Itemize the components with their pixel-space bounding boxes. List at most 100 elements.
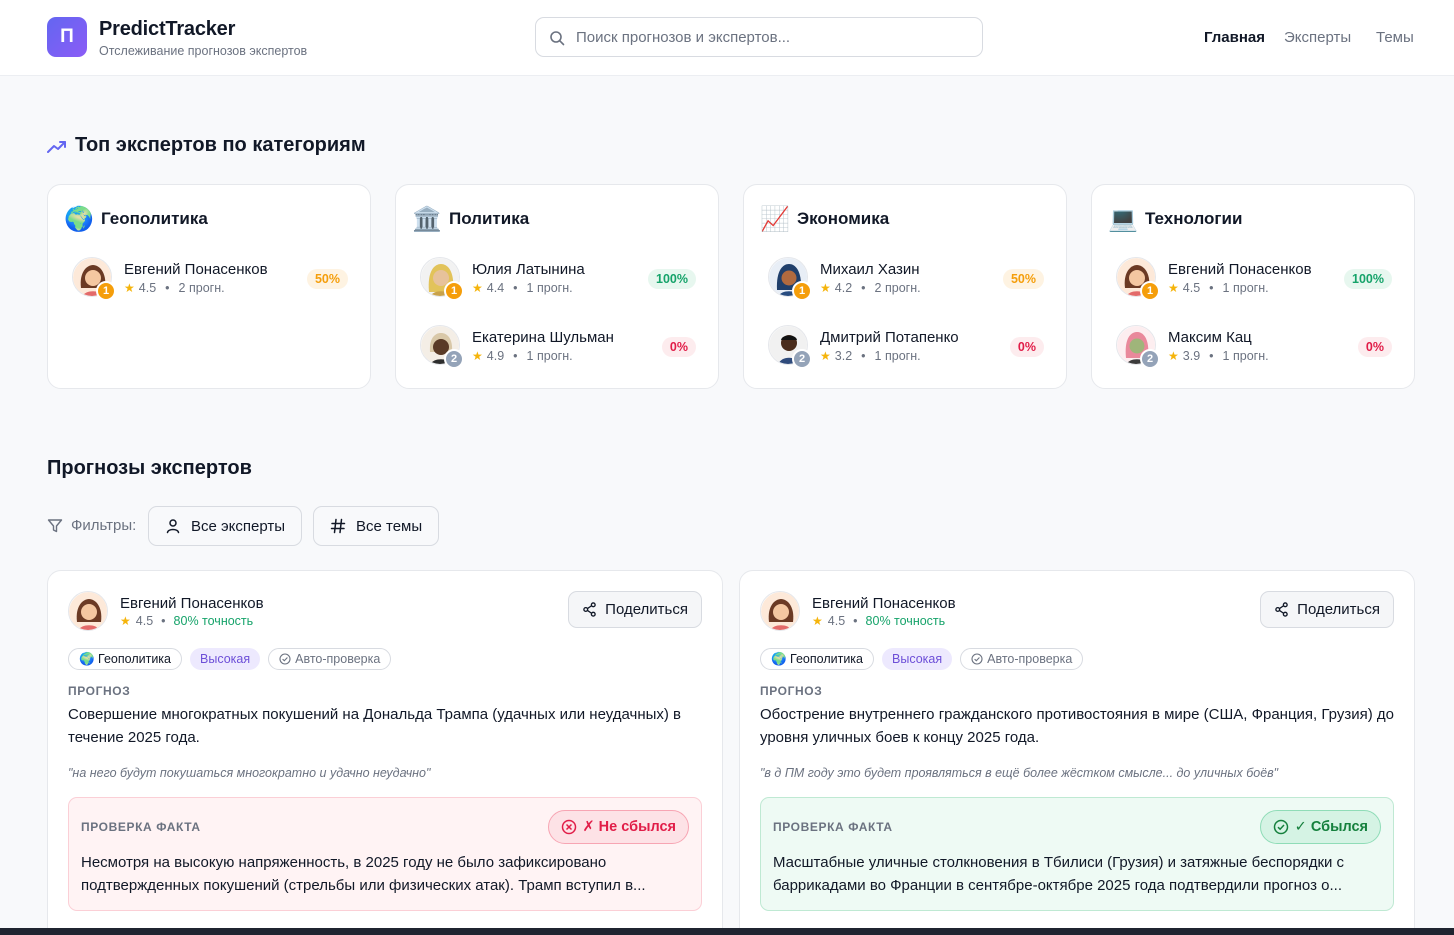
x-circle-icon [561,819,576,835]
rank-badge: 2 [1140,349,1160,369]
taskbar [0,928,1454,935]
rank-badge: 2 [792,349,812,369]
expert-row[interactable]: 2 Екатерина Шульман ★ 4.9 • 1 прогн. 0% [420,325,696,369]
user-icon [166,519,180,534]
rank-badge: 1 [792,281,812,301]
hash-icon [330,518,346,534]
accuracy-badge: 100% [648,269,696,289]
prediction-text: Обострение внутреннего гражданского прот… [760,706,1394,746]
dot-separator: • [161,614,166,628]
accuracy-badge: 100% [1344,269,1392,289]
category-name: Технологии [1145,209,1243,228]
prediction-quote: "в д ПМ году это будет проявляться в ещё… [760,766,1279,780]
filters-label: Фильтры: [47,517,136,534]
rank-badge: 1 [96,281,116,301]
logo-icon[interactable]: П [47,17,87,57]
accuracy-badge: 0% [1357,337,1392,357]
expert-name[interactable]: Евгений Понасенков [120,595,264,612]
check-circle-icon [1273,819,1288,835]
nav-experts[interactable]: Эксперты [1284,29,1351,46]
expert-name[interactable]: Максим Кац [1168,329,1252,346]
expert-meta: ★ 4.5 • 80% точность [812,614,945,628]
topic-tag[interactable]: 🌍 Геополитика [760,648,874,670]
expert-meta: ★ 4.5 • 80% точность [120,614,253,628]
share-button[interactable]: Поделиться [1260,591,1394,628]
brand-name[interactable]: PredictTracker [99,18,235,41]
expert-meta: ★ 4.5 • 2 прогн. [124,281,225,295]
fact-check-label: ПРОВЕРКА ФАКТА [773,820,893,834]
expert-row[interactable]: 1 Евгений Понасенков ★ 4.5 • 1 прогн. 10… [1116,257,1392,301]
filter-topics-label: Все темы [356,517,423,535]
nav-home[interactable]: Главная [1204,29,1265,46]
top-experts-title: Топ экспертов по категориям [75,134,366,156]
expert-rating: 4.5 [135,614,154,628]
avatar [68,591,108,631]
category-card-politics[interactable]: 🏛️ Политика 1 Юлия Латынина ★ 4.4 • 1 пр… [395,184,719,389]
expert-rating: 4.9 [486,349,505,363]
dot-separator: • [861,349,866,363]
confidence-tag: Высокая [190,648,261,670]
confidence-tag: Высокая [882,648,953,670]
filter-icon [47,518,63,532]
verdict-badge: ✓ Сбылся [1259,810,1381,844]
dot-separator: • [853,614,858,628]
expert-rating: 3.2 [834,349,853,363]
expert-row[interactable]: 2 Максим Кац ★ 3.9 • 1 прогн. 0% [1116,325,1392,369]
expert-rating: 4.5 [138,281,157,295]
nav-topics[interactable]: Темы [1376,29,1414,46]
prediction-card[interactable]: Евгений Понасенков ★ 4.5 • 80% точность … [47,570,723,935]
expert-accuracy: 80% точность [865,614,946,628]
expert-name[interactable]: Дмитрий Потапенко [820,329,959,346]
dot-separator: • [513,349,518,363]
filter-experts-button[interactable]: Все эксперты [148,506,303,546]
expert-row[interactable]: 1 Юлия Латынина ★ 4.4 • 1 прогн. 100% [420,257,696,301]
expert-meta: ★ 4.5 • 1 прогн. [1168,281,1269,295]
fact-check-box: ПРОВЕРКА ФАКТА ✗ Не сбылся Несмотря на в… [68,797,702,911]
expert-meta: ★ 3.9 • 1 прогн. [1168,349,1269,363]
topic-tag[interactable]: 🌍 Геополитика [68,648,182,670]
prediction-label: ПРОГНОЗ [760,684,823,698]
star-icon: ★ [812,614,823,628]
expert-count: 1 прогн. [1222,349,1269,363]
expert-name[interactable]: Екатерина Шульман [472,329,614,346]
category-name: Экономика [797,209,890,228]
search-input[interactable]: Поиск прогнозов и экспертов... [535,17,983,57]
category-card-geopolitics[interactable]: 🌍 Геополитика 1 Евгений Понасенков ★ 4.5… [47,184,371,389]
expert-meta: ★ 4.2 • 2 прогн. [820,281,921,295]
fact-check-box: ПРОВЕРКА ФАКТА ✓ Сбылся Масштабные уличн… [760,797,1394,911]
filter-experts-label: Все эксперты [191,517,286,535]
expert-rating: 4.4 [486,281,505,295]
star-icon: ★ [472,281,483,295]
expert-name[interactable]: Михаил Хазин [820,261,920,278]
rank-badge: 2 [444,349,464,369]
search-placeholder: Поиск прогнозов и экспертов... [576,28,791,46]
expert-row[interactable]: 1 Михаил Хазин ★ 4.2 • 2 прогн. 50% [768,257,1044,301]
accuracy-badge: 0% [661,337,696,357]
category-card-technology[interactable]: 💻 Технологии 1 Евгений Понасенков ★ 4.5 … [1091,184,1415,389]
prediction-card[interactable]: Евгений Понасенков ★ 4.5 • 80% точность … [739,570,1415,935]
share-icon [583,602,596,617]
verdict-label: ✗ Не сбылся [582,819,677,835]
expert-count: 1 прогн. [1222,281,1269,295]
expert-name[interactable]: Евгений Понасенков [812,595,956,612]
accuracy-badge: 50% [1002,269,1044,289]
expert-row[interactable]: 2 Дмитрий Потапенко ★ 3.2 • 1 прогн. 0% [768,325,1044,369]
share-label: Поделиться [605,601,688,618]
predictions-title: Прогнозы экспертов [47,457,252,479]
prediction-quote: "на него будут покушаться многократно и … [68,766,431,780]
filter-topics-button[interactable]: Все темы [313,506,440,546]
expert-name[interactable]: Юлия Латынина [472,261,585,278]
dot-separator: • [513,281,518,295]
laptop-icon: 💻 [1108,205,1138,233]
auto-check-tag: Авто-проверка [268,648,392,670]
category-card-economy[interactable]: 📈 Экономика 1 Михаил Хазин ★ 4.2 • 2 про… [743,184,1067,389]
expert-rating: 4.5 [1182,281,1201,295]
expert-name[interactable]: Евгений Понасенков [1168,261,1312,278]
expert-row[interactable]: 1 Евгений Понасенков ★ 4.5 • 2 прогн. 50… [72,257,348,301]
expert-name[interactable]: Евгений Понасенков [124,261,268,278]
check-circle-icon [279,653,291,665]
share-icon [1275,602,1288,617]
verdict-badge: ✗ Не сбылся [547,810,689,844]
star-icon: ★ [820,349,831,363]
share-button[interactable]: Поделиться [568,591,702,628]
